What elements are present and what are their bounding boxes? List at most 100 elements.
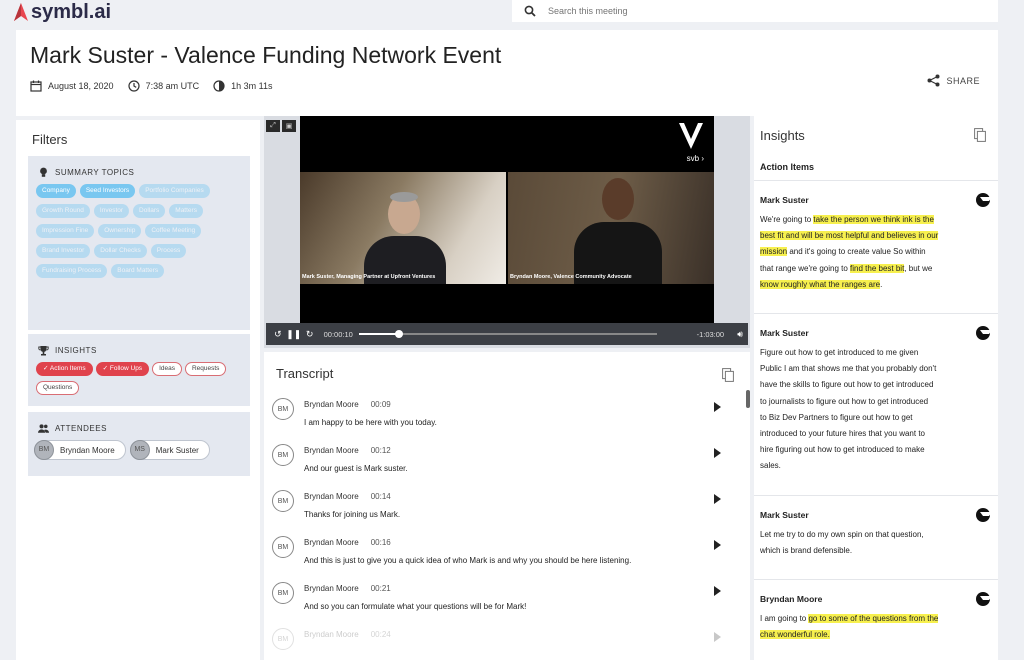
transcript-entry[interactable]: BM Bryndan Moore 00:12 And our guest is Mar… xyxy=(270,440,740,486)
seek-handle[interactable] xyxy=(394,330,403,338)
attendee-avatar: BM xyxy=(34,439,54,460)
fullscreen-icon[interactable]: ⤢ xyxy=(266,120,280,132)
transcript-entry[interactable]: BM Bryndan Moore 00:21 And so you can formu… xyxy=(270,578,740,624)
attendee-list: BM Bryndan Moore MS Mark Suster xyxy=(28,434,250,460)
expand-icon[interactable] xyxy=(976,592,992,606)
expand-icon[interactable] xyxy=(976,193,992,207)
play-icon[interactable] xyxy=(714,448,721,458)
insight-filter-chip[interactable]: Requests xyxy=(184,362,227,376)
topic-chip[interactable]: Investor xyxy=(93,204,130,218)
speaker-figure-left xyxy=(360,172,450,284)
insight-text: Figure out how to get introduced to me g… xyxy=(760,348,919,357)
insight-filter-chip[interactable]: ✓ Follow Ups xyxy=(95,362,150,376)
copy-transcript-icon[interactable] xyxy=(722,368,734,382)
topic-chip[interactable]: Fundraising Process xyxy=(36,264,108,278)
video-feed-left: Mark Suster, Managing Partner at Upfront… xyxy=(300,172,506,284)
insight-text: that range we're going to xyxy=(760,263,851,273)
rewind-icon[interactable]: ↺ xyxy=(270,329,286,340)
topic-chip[interactable]: Impression Fine xyxy=(36,224,95,238)
video-controls: ↺ ❚❚ ↻ 00:00:10 -1:03:00 🔊︎ xyxy=(266,323,748,345)
insight-line: I am going to go to some of the question… xyxy=(760,614,939,623)
insight-line: introduced to your future hires that you… xyxy=(760,429,925,438)
transcript-title: Transcript xyxy=(276,366,334,381)
svb-brand: svb › xyxy=(686,154,704,163)
page-title: Mark Suster - Valence Funding Network Ev… xyxy=(30,42,502,68)
topic-chip[interactable]: Portfolio Companies xyxy=(139,184,210,198)
speaker-avatar: BM xyxy=(272,628,294,650)
topic-chip[interactable]: Company xyxy=(36,184,76,198)
expand-icon[interactable] xyxy=(976,326,992,340)
pause-icon[interactable]: ❚❚ xyxy=(286,329,302,340)
play-icon[interactable] xyxy=(714,402,721,412)
share-button[interactable]: SHARE xyxy=(927,74,980,87)
insight-text: I am going to xyxy=(760,614,809,623)
search-input[interactable] xyxy=(548,6,968,16)
transcript-text: And this is just to give you a quick ide… xyxy=(304,556,632,565)
transcript-text: I am happy to be here with you today. xyxy=(304,418,437,427)
trophy-icon xyxy=(38,345,49,355)
meeting-date-text: August 18, 2020 xyxy=(48,81,114,91)
app-logo[interactable]: symbl.ai xyxy=(14,1,111,23)
insight-card[interactable]: Mark Suster We're going to take the perso… xyxy=(754,180,998,313)
attendee-avatar: MS xyxy=(129,439,150,460)
play-icon[interactable] xyxy=(714,586,721,596)
attendee-name: Mark Suster xyxy=(155,445,199,455)
meeting-time-text: 7:38 am UTC xyxy=(145,81,200,91)
topic-chip[interactable]: Matters xyxy=(169,204,203,218)
topic-chip[interactable]: Dollars xyxy=(133,204,166,218)
svb-brand-text: svb xyxy=(686,154,700,163)
topic-chip[interactable]: Board Matters xyxy=(111,264,165,278)
search-bar[interactable] xyxy=(512,0,998,22)
insight-card[interactable]: Mark Suster Figure out how to get introdu… xyxy=(754,313,998,495)
play-icon[interactable] xyxy=(714,632,721,642)
seek-bar-fill xyxy=(358,333,397,335)
video-player[interactable]: Mark Suster, Managing Partner at Upfront… xyxy=(300,116,714,330)
transcript-entry[interactable]: BM Bryndan Moore 00:24 xyxy=(270,624,740,660)
insight-speaker: Mark Suster xyxy=(760,328,809,338)
transcript-entry[interactable]: BM Bryndan Moore 00:16 And this is just to … xyxy=(270,532,740,578)
insight-line: best fit and will be most helpful and be… xyxy=(760,231,939,241)
insight-card[interactable]: Mark Suster Let me try to do my own spin … xyxy=(754,494,998,579)
topic-chip[interactable]: Coffee Meeting xyxy=(145,224,202,238)
summary-topics-section: SUMMARY TOPICS Company Seed Investors Port… xyxy=(28,156,250,330)
topic-chip[interactable]: Brand Investor xyxy=(36,244,91,258)
video-feed-right: Bryndan Moore, Valence Community Advocat… xyxy=(508,172,714,284)
picture-in-picture-icon[interactable]: ▣ xyxy=(282,120,296,132)
insight-filter-chip[interactable]: Ideas xyxy=(152,362,182,376)
summary-topics-label: SUMMARY TOPICS xyxy=(55,167,135,177)
topic-chip[interactable]: Growth Round xyxy=(36,204,90,218)
transcript-entry[interactable]: BM Bryndan Moore 00:14 Thanks for joining u… xyxy=(270,486,740,532)
topic-chip[interactable]: Seed Investors xyxy=(79,184,136,198)
play-icon[interactable] xyxy=(714,494,721,504)
attendees-header: ATTENDEES xyxy=(28,412,250,434)
video-panel: Mark Suster, Managing Partner at Upfront… xyxy=(264,116,750,348)
forward-icon[interactable]: ↻ xyxy=(302,329,318,340)
insight-line: know roughly what the ranges are. xyxy=(760,279,882,289)
insight-text: , but we xyxy=(904,263,933,273)
speaker-avatar: BM xyxy=(272,398,294,420)
transcript-scrollbar[interactable] xyxy=(746,390,750,408)
attendee-chip[interactable]: MS Mark Suster xyxy=(129,439,210,460)
topic-chip[interactable]: Process xyxy=(150,244,187,258)
speaker-name: Bryndan Moore 00:09 xyxy=(304,400,391,409)
seek-bar[interactable] xyxy=(358,330,657,338)
video-label-right: Bryndan Moore, Valence Community Advocat… xyxy=(510,274,632,280)
speaker-name: Bryndan Moore 00:16 xyxy=(304,538,391,547)
entry-timestamp: 00:21 xyxy=(370,584,391,593)
transcript-entry[interactable]: BM Bryndan Moore 00:09 I am happy to be her… xyxy=(270,394,740,440)
summary-topics-header: SUMMARY TOPICS xyxy=(28,156,250,178)
insight-card[interactable]: Bryndan Moore I am going to go to some of… xyxy=(754,579,998,660)
insight-line: We're going to take the person we think … xyxy=(760,215,934,224)
video-label-left: Mark Suster, Managing Partner at Upfront… xyxy=(302,274,436,280)
meeting-time: 7:38 am UTC xyxy=(127,80,200,92)
volume-icon[interactable]: 🔊︎ xyxy=(732,329,748,340)
topic-chip[interactable]: Dollar Checks xyxy=(94,244,147,258)
expand-icon[interactable] xyxy=(976,507,992,522)
topic-chip[interactable]: Ownership xyxy=(98,224,142,238)
insight-filter-chip[interactable]: Questions xyxy=(36,381,80,395)
insight-filter-chip[interactable]: ✓ Action Items xyxy=(36,362,93,376)
attendee-chip[interactable]: BM Bryndan Moore xyxy=(34,439,126,460)
copy-insights-icon[interactable] xyxy=(974,128,986,142)
play-icon[interactable] xyxy=(714,540,721,550)
insights-filter-label: INSIGHTS xyxy=(55,345,97,355)
